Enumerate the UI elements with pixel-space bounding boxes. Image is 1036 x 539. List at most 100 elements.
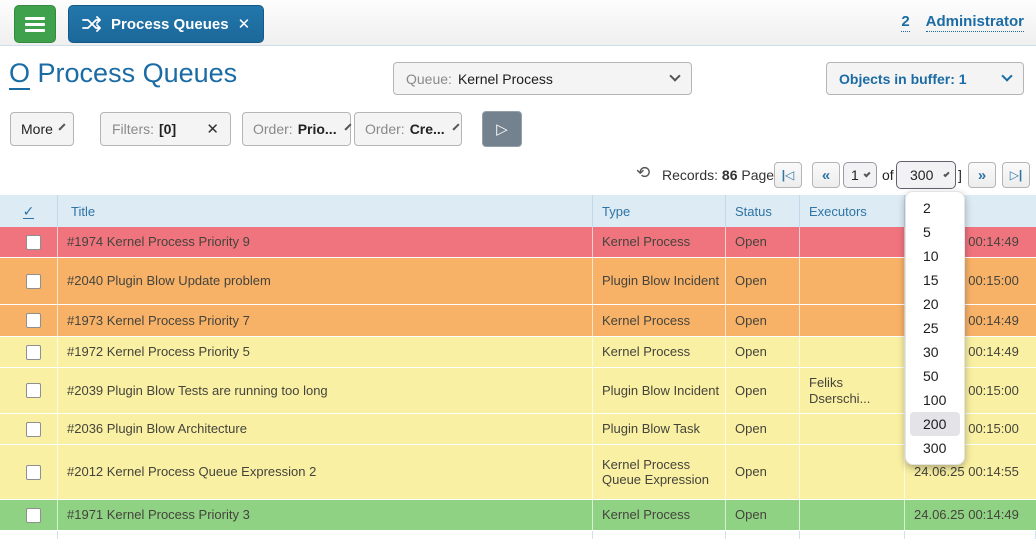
user-name-link[interactable]: Administrator xyxy=(926,13,1024,32)
row-executors xyxy=(800,445,905,499)
page-size-dropdown: 2 5 10 15 20 25 30 50 100 200 300 xyxy=(905,191,965,465)
header-title: Title xyxy=(58,195,593,227)
row-checkbox[interactable] xyxy=(26,235,41,250)
check-all-link[interactable]: ✓ xyxy=(23,204,35,219)
row-status: Open xyxy=(726,258,800,304)
table-row[interactable]: #2012 Kernel Process Queue Expression 2 … xyxy=(0,445,1036,500)
chevron-down-icon xyxy=(863,170,870,177)
next-page-icon: » xyxy=(978,167,986,184)
order-priority-select[interactable]: Order: Prio... xyxy=(242,112,351,146)
first-page-icon: |◁ xyxy=(782,168,795,182)
last-page-button[interactable]: ▷| xyxy=(1002,162,1030,188)
chevron-down-icon xyxy=(1001,70,1012,81)
page-size-option[interactable]: 100 xyxy=(910,388,960,412)
table-row[interactable]: #1971 Kernel Process Priority 3 Kernel P… xyxy=(0,500,1036,531)
row-checkbox[interactable] xyxy=(26,465,41,480)
row-title: #2036 Plugin Blow Architecture xyxy=(58,414,593,444)
queue-select-value: Kernel Process xyxy=(458,71,553,87)
filters-count: [0] xyxy=(159,121,176,137)
row-title: #2039 Plugin Blow Tests are running too … xyxy=(58,368,593,413)
row-type: Plugin Blow Incident xyxy=(593,258,726,304)
tab-label: Process Queues xyxy=(111,16,229,33)
header-status: Status xyxy=(726,195,800,227)
table-row[interactable]: #1974 Kernel Process Priority 9 Kernel P… xyxy=(0,227,1036,258)
table-row[interactable]: #1973 Kernel Process Priority 7 Kernel P… xyxy=(0,305,1036,337)
row-type: Kernel Process xyxy=(593,337,726,367)
buffer-select-label: Objects in buffer: 1 xyxy=(839,71,967,87)
order-label: Order: xyxy=(253,121,293,137)
page-size-option[interactable]: 5 xyxy=(910,220,960,244)
row-status: Open xyxy=(726,305,800,336)
last-page-icon: ▷| xyxy=(1010,168,1023,182)
row-status: Open xyxy=(726,368,800,413)
table-row[interactable]: #1972 Kernel Process Priority 5 Kernel P… xyxy=(0,337,1036,368)
check-all-header: ✓ xyxy=(0,195,58,227)
filters-button[interactable]: Filters: [0] ✕ xyxy=(100,112,231,146)
clear-filters-icon[interactable]: ✕ xyxy=(206,120,219,138)
row-title: #1973 Kernel Process Priority 7 xyxy=(58,305,593,336)
row-executors xyxy=(800,305,905,336)
page-size-select[interactable]: 300 xyxy=(896,161,956,189)
page-size-option[interactable]: 300 xyxy=(910,436,960,460)
page-number-select[interactable]: 1 xyxy=(843,162,877,188)
page-size-option[interactable]: 30 xyxy=(910,340,960,364)
main-menu-button[interactable] xyxy=(14,5,56,43)
more-button[interactable]: More xyxy=(10,112,74,146)
user-area: 2 Administrator xyxy=(901,13,1024,32)
page-size-option[interactable]: 10 xyxy=(910,244,960,268)
order-value: Cre... xyxy=(410,121,445,137)
table-row[interactable]: #2039 Plugin Blow Tests are running too … xyxy=(0,368,1036,414)
refresh-icon[interactable]: ⟲ xyxy=(636,163,650,183)
row-checkbox[interactable] xyxy=(26,345,41,360)
play-icon: ▷ xyxy=(496,120,508,138)
page-size-option[interactable]: 25 xyxy=(910,316,960,340)
records-count: 86 xyxy=(722,167,738,183)
row-title: #1972 Kernel Process Priority 5 xyxy=(58,337,593,367)
row-type: Kernel Process Queue Expression xyxy=(593,445,726,499)
page-size-option[interactable]: 2 xyxy=(910,196,960,220)
more-button-label: More xyxy=(21,121,53,137)
queue-select-label: Queue: xyxy=(406,71,452,87)
page-size-option[interactable]: 20 xyxy=(910,292,960,316)
chevron-down-icon xyxy=(944,170,950,176)
row-type: Plugin Blow Incident xyxy=(593,368,726,413)
row-status: Open xyxy=(726,500,800,530)
table-row[interactable]: #2040 Plugin Blow Update problem Plugin … xyxy=(0,258,1036,305)
row-checkbox[interactable] xyxy=(26,508,41,523)
first-page-button[interactable]: |◁ xyxy=(774,162,802,188)
row-executors: Feliks Dserschi... xyxy=(800,368,905,413)
page-size-option[interactable]: 200 xyxy=(910,412,960,436)
top-bar: Process Queues ✕ 2 Administrator xyxy=(0,0,1036,46)
page-size-option[interactable]: 15 xyxy=(910,268,960,292)
row-executors xyxy=(800,258,905,304)
row-status: Open xyxy=(726,227,800,257)
order-created-select[interactable]: Order: Cre... xyxy=(354,112,462,146)
notification-count-link[interactable]: 2 xyxy=(901,13,909,32)
header-executors: Executors xyxy=(800,195,905,227)
page-size-option[interactable]: 50 xyxy=(910,364,960,388)
partial-next-row xyxy=(0,531,1036,539)
tab-process-queues[interactable]: Process Queues ✕ xyxy=(68,5,264,43)
row-title: #1971 Kernel Process Priority 3 xyxy=(58,500,593,530)
queue-select[interactable]: Queue: Kernel Process xyxy=(393,62,692,95)
chevron-down-icon xyxy=(58,123,65,130)
bracket-close-text: ] xyxy=(958,167,962,183)
run-button[interactable]: ▷ xyxy=(482,111,522,147)
object-type-letter: O xyxy=(9,58,30,90)
prev-page-button[interactable]: « xyxy=(812,162,840,188)
process-queues-app: Process Queues ✕ 2 Administrator O Proce… xyxy=(0,0,1036,539)
header-type: Type xyxy=(593,195,726,227)
buffer-select[interactable]: Objects in buffer: 1 xyxy=(826,62,1024,95)
page-title: O Process Queues xyxy=(9,58,237,89)
order-value: Prio... xyxy=(298,121,337,137)
row-checkbox[interactable] xyxy=(26,274,41,289)
tab-close-icon[interactable]: ✕ xyxy=(238,15,251,33)
row-title: #2012 Kernel Process Queue Expression 2 xyxy=(58,445,593,499)
row-checkbox[interactable] xyxy=(26,422,41,437)
order-label: Order: xyxy=(365,121,405,137)
row-type: Kernel Process xyxy=(593,305,726,336)
row-checkbox[interactable] xyxy=(26,383,41,398)
table-row[interactable]: #2036 Plugin Blow Architecture Plugin Bl… xyxy=(0,414,1036,445)
next-page-button[interactable]: » xyxy=(968,162,996,188)
row-checkbox[interactable] xyxy=(26,313,41,328)
